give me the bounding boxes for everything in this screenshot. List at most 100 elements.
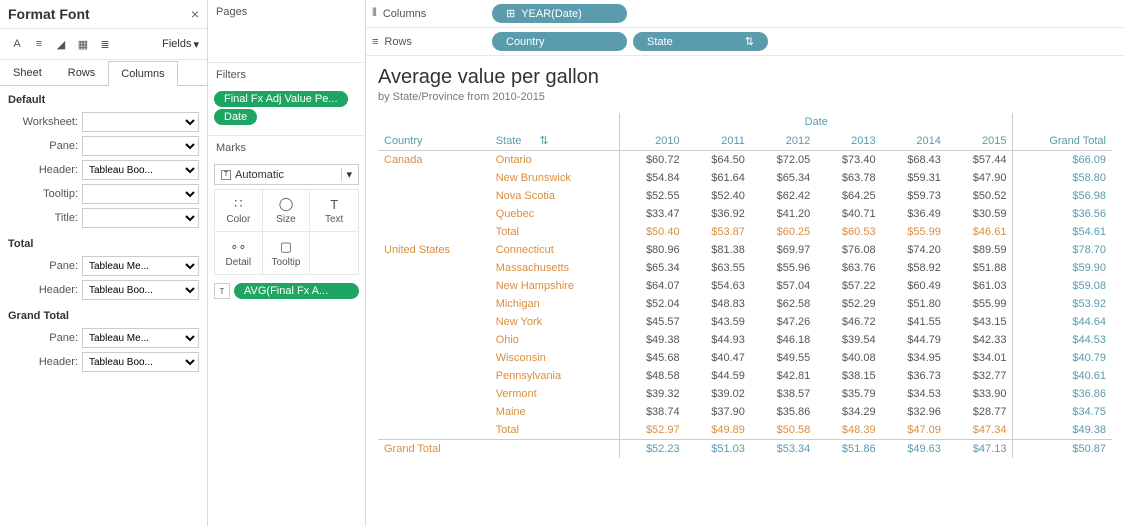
border-icon[interactable]: ▦ [74,35,92,53]
value-cell[interactable]: $44.79 [882,331,947,349]
row-total-cell[interactable]: $58.80 [1013,169,1112,187]
state-cell[interactable]: Maine [490,403,620,421]
value-cell[interactable]: $89.59 [947,241,1013,259]
value-cell[interactable]: $40.47 [686,349,751,367]
value-cell[interactable]: $60.49 [882,277,947,295]
state-cell[interactable]: Total [490,223,620,241]
value-cell[interactable]: $73.40 [816,151,881,170]
value-cell[interactable]: $49.38 [620,331,686,349]
state-cell[interactable]: Ohio [490,331,620,349]
value-cell[interactable]: $33.47 [620,205,686,223]
value-cell[interactable]: $58.92 [882,259,947,277]
format-select[interactable] [82,208,199,228]
row-total-cell[interactable]: $44.64 [1013,313,1112,331]
country-pill[interactable]: Country [492,32,627,51]
state-cell[interactable]: Connecticut [490,241,620,259]
value-cell[interactable]: $50.58 [751,421,816,440]
marks-tooltip[interactable]: ▢Tooltip [263,232,311,274]
value-cell[interactable]: $74.20 [882,241,947,259]
state-cell[interactable]: Wisconsin [490,349,620,367]
shading-icon[interactable]: ◢ [52,35,70,53]
state-cell[interactable]: Ontario [490,151,620,170]
row-total-cell[interactable]: $40.79 [1013,349,1112,367]
value-cell[interactable]: $44.93 [686,331,751,349]
country-header[interactable]: Country [378,131,490,151]
value-cell[interactable]: $54.84 [620,169,686,187]
year-header[interactable]: 2014 [882,131,947,151]
value-cell[interactable]: $42.33 [947,331,1013,349]
tab-sheet[interactable]: Sheet [0,60,55,85]
marks-text[interactable]: TText [310,190,358,232]
value-cell[interactable]: $62.58 [751,295,816,313]
value-cell[interactable]: $35.86 [751,403,816,421]
value-cell[interactable]: $38.57 [751,385,816,403]
value-cell[interactable]: $46.61 [947,223,1013,241]
value-cell[interactable]: $53.87 [686,223,751,241]
year-header[interactable]: 2012 [751,131,816,151]
state-cell[interactable]: New York [490,313,620,331]
font-a-icon[interactable]: A [8,35,26,53]
value-cell[interactable]: $57.04 [751,277,816,295]
row-total-cell[interactable]: $78.70 [1013,241,1112,259]
value-cell[interactable]: $50.52 [947,187,1013,205]
value-cell[interactable]: $55.96 [751,259,816,277]
state-cell[interactable]: Pennsylvania [490,367,620,385]
year-date-pill[interactable]: ⊞YEAR(Date) [492,4,627,23]
value-cell[interactable]: $62.42 [751,187,816,205]
format-select[interactable]: Tableau Me... [82,256,199,276]
row-total-cell[interactable]: $36.56 [1013,205,1112,223]
row-total-cell[interactable]: $34.75 [1013,403,1112,421]
value-cell[interactable]: $49.55 [751,349,816,367]
value-cell[interactable]: $46.72 [816,313,881,331]
value-cell[interactable]: $40.08 [816,349,881,367]
country-cell[interactable]: United States [378,241,490,440]
value-cell[interactable]: $55.99 [882,223,947,241]
value-cell[interactable]: $61.64 [686,169,751,187]
state-cell[interactable]: New Brunswick [490,169,620,187]
value-cell[interactable]: $49.89 [686,421,751,440]
columns-shelf[interactable]: ⦀Columns ⊞YEAR(Date) [366,0,1124,28]
value-cell[interactable]: $36.49 [882,205,947,223]
value-cell[interactable]: $61.03 [947,277,1013,295]
marks-color[interactable]: ∷Color [215,190,263,232]
value-cell[interactable]: $68.43 [882,151,947,170]
value-cell[interactable]: $60.53 [816,223,881,241]
value-cell[interactable]: $44.59 [686,367,751,385]
value-cell[interactable]: $36.92 [686,205,751,223]
tab-columns[interactable]: Columns [108,61,177,86]
state-cell[interactable]: Massachusetts [490,259,620,277]
value-cell[interactable]: $57.22 [816,277,881,295]
value-cell[interactable]: $63.76 [816,259,881,277]
row-total-cell[interactable]: $59.90 [1013,259,1112,277]
value-cell[interactable]: $63.78 [816,169,881,187]
value-cell[interactable]: $63.55 [686,259,751,277]
value-cell[interactable]: $32.96 [882,403,947,421]
value-cell[interactable]: $38.74 [620,403,686,421]
state-cell[interactable]: Vermont [490,385,620,403]
value-cell[interactable]: $43.15 [947,313,1013,331]
value-cell[interactable]: $60.25 [751,223,816,241]
value-cell[interactable]: $52.04 [620,295,686,313]
format-select[interactable]: Tableau Me... [82,328,199,348]
value-cell[interactable]: $52.40 [686,187,751,205]
format-select[interactable] [82,112,199,132]
value-cell[interactable]: $64.25 [816,187,881,205]
value-cell[interactable]: $34.95 [882,349,947,367]
value-cell[interactable]: $45.57 [620,313,686,331]
align-icon[interactable]: ≡ [30,35,48,53]
state-cell[interactable]: New Hampshire [490,277,620,295]
format-select[interactable]: Tableau Boo... [82,280,199,300]
value-cell[interactable]: $48.58 [620,367,686,385]
state-cell[interactable]: Total [490,421,620,440]
avg-measure-pill[interactable]: AVG(Final Fx A... [234,283,359,299]
lines-icon[interactable]: ≣ [96,35,114,53]
value-cell[interactable]: $60.72 [620,151,686,170]
value-cell[interactable]: $69.97 [751,241,816,259]
value-cell[interactable]: $59.31 [882,169,947,187]
format-select[interactable]: Tableau Boo... [82,160,199,180]
year-header[interactable]: 2011 [686,131,751,151]
marks-size[interactable]: ◯Size [263,190,311,232]
value-cell[interactable]: $54.63 [686,277,751,295]
value-cell[interactable]: $41.20 [751,205,816,223]
value-cell[interactable]: $36.73 [882,367,947,385]
